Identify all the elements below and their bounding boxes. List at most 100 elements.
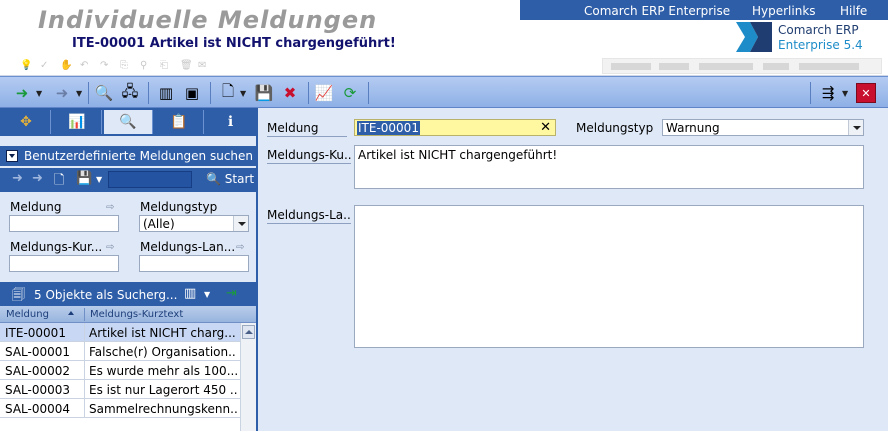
mail-icon: ✉ [198,60,207,71]
paste-icon: ⎗ [160,60,168,71]
panel-tabs: ✥ 📊 🔍 📋 ℹ [0,108,256,136]
langtext-filter-input[interactable] [139,255,249,272]
forward-dropdown-icon[interactable]: ▼ [76,89,82,98]
panel-icon[interactable]: ▥ [156,83,176,103]
sort-ascending-icon[interactable] [68,311,74,315]
app-header: Individuelle Meldungen ITE-00001 Artikel… [0,0,888,56]
results-scrollbar[interactable] [240,323,256,431]
results-table: ITE-00001 Artikel ist NICHT charg... SAL-… [0,323,240,431]
nav-hyperlinks[interactable]: Hyperlinks [752,4,816,18]
network-icon[interactable]: 🖧 [120,82,140,103]
meldung-field[interactable]: ITE-00001 ✕ [354,119,556,136]
clear-icon[interactable]: ✕ [540,120,551,135]
kurztext-filter-input[interactable] [9,255,119,272]
columns-icon[interactable]: ▥ [184,286,196,301]
table-row[interactable]: SAL-00003 Es ist nur Lagerort 450 ... [0,380,240,399]
new-document-icon[interactable]: 🗋 [54,171,64,193]
search-section-title: Benutzerdefinierte Meldungen suchen [24,149,254,163]
save-icon[interactable]: 💾 [254,83,274,103]
meldungstyp-filter-select[interactable]: (Alle) [139,215,249,232]
kurztext-label: Meldungs-Ku... [267,148,351,164]
logo-line-1: Comarch ERP [778,23,859,37]
comarch-logo-icon [736,22,772,52]
column-kurztext[interactable]: Meldungs-Kurztext [90,309,183,320]
blurred-field [602,58,882,74]
langtext-filter-label: Meldungs-Lan... [140,240,236,254]
langtext-field[interactable] [354,205,864,348]
search-icon: ⚲ [140,60,148,71]
search-toolbar: ➜ ➜ 🗋 💾 ▼ 🔍 Start [0,168,256,192]
bulb-icon: 💡 [20,60,33,71]
detail-panel: Meldung ITE-00001 ✕ Meldungstyp Warnung … [258,108,888,431]
new-document-icon[interactable]: 🗋 [218,82,238,103]
back-icon[interactable]: ➜ [12,83,32,103]
app-title: Individuelle Meldungen [38,6,378,34]
meldung-label: Meldung [267,121,347,137]
columns-dropdown-icon[interactable]: ▼ [204,290,210,299]
chevron-down-icon[interactable] [233,216,248,231]
close-icon[interactable]: ✕ [856,83,876,103]
find-icon[interactable]: 🔍 [94,83,114,103]
column-meldung[interactable]: Meldung [6,309,49,320]
chart-icon[interactable]: 📈 [314,83,334,103]
copy-icon: ⎘ [120,60,128,71]
table-row[interactable]: ITE-00001 Artikel ist NICHT charg... [0,323,240,342]
meldung-filter-label: Meldung [10,200,62,214]
delete-icon[interactable]: ✖ [280,83,300,103]
table-row[interactable]: SAL-00004 Sammelrechnungskenn... [0,399,240,418]
navigation-icon[interactable]: ⇶ [818,83,838,103]
scroll-up-icon[interactable] [242,325,255,339]
navigation-dropdown-icon[interactable]: ▼ [842,89,848,98]
refresh-icon[interactable]: ⟳ [340,83,360,103]
kurztext-filter-label: Meldungs-Kur... [10,240,103,254]
forward-icon[interactable]: ➜ [52,83,72,103]
operator-icon[interactable]: ⇨ [106,202,114,213]
meldungstyp-label: Meldungstyp [576,121,654,135]
logo-line-2: Enterprise 5.4 [778,38,863,52]
operator-icon[interactable]: ⇨ [106,242,114,253]
trash-icon: 🗑 [180,60,193,71]
check-icon: ✓ [40,60,49,71]
langtext-label: Meldungs-La... [267,208,351,224]
hand-icon: ✋ [60,60,73,71]
start-button[interactable]: 🔍 Start [206,172,254,186]
meldung-filter-input[interactable] [9,215,119,232]
search-query-input[interactable] [108,171,192,188]
tab-search[interactable]: 🔍 [104,110,153,134]
chevron-down-icon[interactable] [848,120,863,135]
meldungstyp-select[interactable]: Warnung [662,119,864,136]
undo-icon: ↶ [80,60,89,71]
table-row[interactable]: SAL-00002 Es wurde mehr als 100... [0,361,240,380]
meldungstyp-filter-label: Meldungstyp [140,200,218,214]
export-icon[interactable]: ⇥ [226,286,237,301]
search-section-header[interactable]: Benutzerdefinierte Meldungen suchen [0,146,256,166]
redo-icon: ↷ [100,60,109,71]
search-panel: ✥ 📊 🔍 📋 ℹ Benutzerdefinierte Meldungen s… [0,108,258,431]
nav-hilfe[interactable]: Hilfe [840,4,867,18]
tab-navigation[interactable]: ✥ [2,110,51,134]
operator-icon[interactable]: ⇨ [236,242,244,253]
nav-comarch[interactable]: Comarch ERP Enterprise [584,4,730,18]
status-strip: 💡 ✓ ✋ ↶ ↷ ⎘ ⚲ ⎗ 🗑 ✉ [0,56,888,76]
back-dropdown-icon[interactable]: ▼ [36,89,42,98]
tab-info[interactable]: ℹ [206,110,255,134]
tab-chart[interactable]: 📊 [53,110,102,134]
tab-tasks[interactable]: 📋 [155,110,204,134]
table-row[interactable]: SAL-00001 Falsche(r) Organisation... [0,342,240,361]
save-icon[interactable]: 💾 [76,171,92,186]
collapse-icon[interactable] [6,150,18,162]
forward-icon[interactable]: ➜ [32,171,43,186]
top-navigation: Comarch ERP Enterprise Hyperlinks Hilfe [520,0,888,20]
new-dropdown-icon[interactable]: ▼ [240,89,246,98]
results-list-icon: 🗐 [12,288,25,303]
main-toolbar: ➜ ▼ ➜ ▼ 🔍 🖧 ▥ ▣ 🗋 ▼ 💾 ✖ 📈 ⟳ ⇶ ▼ ✕ [0,76,888,108]
results-count: 5 Objekte als Sucherg... [34,288,178,302]
comarch-logo: Comarch ERP Enterprise 5.4 [736,20,886,54]
record-subtitle: ITE-00001 Artikel ist NICHT chargengefüh… [72,36,396,51]
window-icon[interactable]: ▣ [182,83,202,103]
results-column-header: Meldung Meldungs-Kurztext [0,306,256,323]
back-icon[interactable]: ➜ [12,171,23,186]
save-dropdown-icon[interactable]: ▼ [96,175,102,184]
results-header: 🗐 5 Objekte als Sucherg... ▥ ▼ ⇥ [0,282,256,306]
kurztext-field[interactable]: Artikel ist NICHT chargengeführt! [354,145,864,189]
